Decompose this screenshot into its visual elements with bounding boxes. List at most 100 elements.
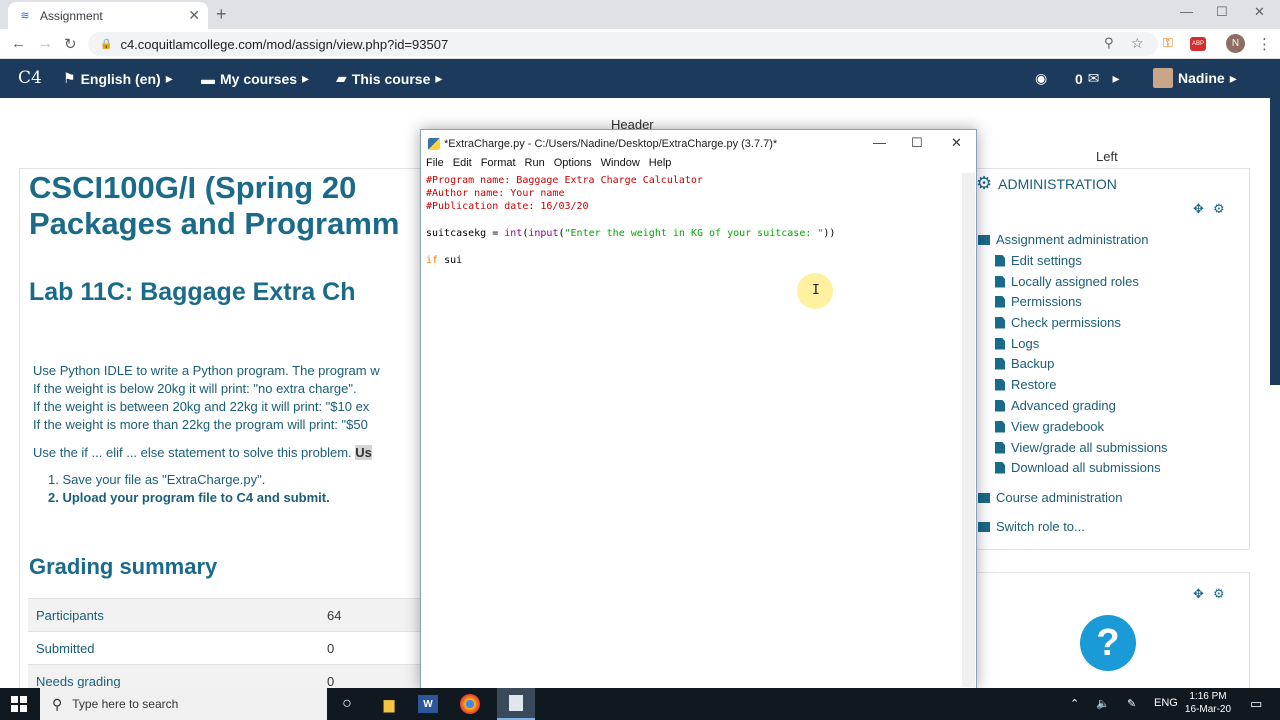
admin-link[interactable]: Locally assigned roles [995,274,1139,289]
reload-icon[interactable]: ↻ [64,35,77,53]
menu-options[interactable]: Options [554,157,592,173]
window-maximize-button[interactable]: ☐ [1216,4,1228,20]
admin-link[interactable]: Restore [995,377,1057,392]
adblock-icon[interactable]: ABP [1190,37,1206,51]
admin-link[interactable]: Permissions [995,294,1082,309]
language-indicator[interactable]: ENG [1154,697,1178,709]
admin-link[interactable]: View/grade all submissions [995,440,1168,455]
switch-role-node[interactable]: Switch role to... [978,519,1085,534]
tab-close-icon[interactable]: ✕ [188,7,200,24]
taskbar-search[interactable]: ⚲ Type here to search [40,688,327,720]
description-line: If the weight is between 20kg and 22kg i… [33,399,370,414]
forward-icon[interactable]: → [38,35,53,52]
caret-right-icon: ▸ [1112,70,1120,86]
menu-file[interactable]: File [426,157,444,173]
menu-format[interactable]: Format [481,157,516,173]
code-line: #Publication date: 16/03/20 [426,201,589,212]
chrome-icon[interactable] [460,694,480,714]
document-icon [995,254,1005,267]
clock-date: 16-Mar-20 [1184,704,1232,715]
admin-link[interactable]: View gradebook [995,419,1104,434]
pen-icon[interactable]: ✎ [1127,697,1136,710]
notifications-icon[interactable]: ◉ [1035,70,1047,87]
url-text: c4.coquitlamcollege.com/mod/assign/view.… [120,36,449,52]
tab-title: Assignment [40,8,103,23]
admin-link[interactable]: Backup [995,356,1054,371]
address-bar[interactable]: 🔒 c4.coquitlamcollege.com/mod/assign/vie… [88,32,1158,56]
this-course-menu[interactable]: ▰ This course ▸ [336,70,442,87]
table-row: Participants 64 [28,598,420,631]
zoom-icon[interactable]: ⚲ [1104,35,1114,51]
file-explorer-icon[interactable]: ▆ [377,692,401,716]
notification-center-icon[interactable]: ▭ [1250,696,1262,712]
document-icon [995,316,1005,329]
menu-edit[interactable]: Edit [453,157,472,173]
idle-window-title: *ExtraCharge.py - C:/Users/Nadine/Deskto… [444,137,778,150]
bookmark-star-icon[interactable]: ☆ [1131,35,1144,52]
word-icon[interactable]: W [418,695,438,713]
taskbar-clock[interactable]: 1:16 PM 16-Mar-20 [1180,690,1236,716]
search-icon: ⚲ [52,695,63,712]
admin-link[interactable]: Logs [995,336,1039,351]
window-close-button[interactable]: ✕ [1254,4,1265,20]
code-line: #Author name: Your name [426,188,565,199]
caret-right-icon: ▸ [165,70,173,86]
course-admin-node[interactable]: Course administration [978,490,1122,505]
admin-link[interactable]: Advanced grading [995,398,1116,413]
my-courses-menu[interactable]: ▬ My courses ▸ [201,70,309,87]
instruction-line: Use the if ... elif ... else statement t… [33,445,372,460]
document-icon [995,337,1005,350]
lab-title: Lab 11C: Baggage Extra Ch [29,278,356,306]
move-block-icon[interactable]: ✥ [1193,586,1204,602]
assignment-admin-node[interactable]: Assignment administration [978,232,1148,247]
block-actions-icon[interactable]: ⚙ [1213,201,1225,217]
user-menu[interactable]: Nadine ▸ [1153,68,1237,88]
move-block-icon[interactable]: ✥ [1193,201,1204,217]
idle-taskbar-icon[interactable] [497,688,535,720]
messages-menu[interactable]: 0 ✉ ▸ [1075,70,1120,87]
caret-right-icon: ▸ [435,70,443,86]
idle-minimize-button[interactable]: — [873,135,886,150]
folder-icon [978,234,990,245]
cortana-icon[interactable]: ○ [335,692,359,716]
admin-link[interactable]: Download all submissions [995,460,1161,475]
window-minimize-button[interactable]: — [1180,4,1193,19]
menu-window[interactable]: Window [601,157,640,173]
admin-link[interactable]: Edit settings [995,253,1082,268]
windows-start-icon[interactable] [11,696,27,712]
page-scrollbar-thumb[interactable] [1269,59,1280,385]
document-icon [995,461,1005,474]
menu-help[interactable]: Help [649,157,672,173]
step-1: 1. Save your file as "ExtraCharge.py". [48,472,266,487]
admin-link[interactable]: Check permissions [995,315,1121,330]
table-row: Submitted 0 [28,631,420,664]
language-label: English (en) [80,70,161,87]
idle-close-button[interactable]: ✕ [951,135,962,151]
idle-titlebar[interactable]: *ExtraCharge.py - C:/Users/Nadine/Deskto… [421,130,976,157]
block-actions-icon[interactable]: ⚙ [1213,586,1225,602]
back-icon[interactable]: ← [11,35,26,52]
language-menu[interactable]: ⚑ English (en) ▸ [63,70,173,87]
profile-avatar[interactable]: N [1226,34,1245,53]
document-icon [995,357,1005,370]
idle-maximize-button[interactable]: ☐ [911,135,923,151]
clock-time: 1:16 PM [1189,691,1227,702]
new-tab-button[interactable]: + [216,4,227,25]
browser-tab[interactable]: ≋ Assignment ✕ [8,2,208,29]
extension-key-icon[interactable]: ⚿ [1163,35,1173,51]
site-logo[interactable]: C4 [18,68,42,88]
menu-run[interactable]: Run [525,157,545,173]
envelope-icon: ✉ [1087,70,1100,86]
lock-icon: 🔒 [100,38,113,50]
code-editor[interactable]: #Program name: Baggage Extra Charge Calc… [422,173,962,687]
python-icon [428,137,440,150]
caret-right-icon: ▸ [1229,69,1237,86]
tray-chevron-icon[interactable]: ⌃ [1070,697,1079,710]
volume-icon[interactable]: 🔈 [1096,697,1110,710]
idle-scrollbar[interactable] [962,173,975,687]
messages-count: 0 [1075,70,1083,87]
menu-dots-icon[interactable]: ⋮ [1257,35,1272,53]
step-2: 2. Upload your program file to C4 and su… [48,490,330,505]
flag-icon: ⚑ [63,70,76,86]
help-question-icon[interactable]: ? [1080,615,1136,671]
